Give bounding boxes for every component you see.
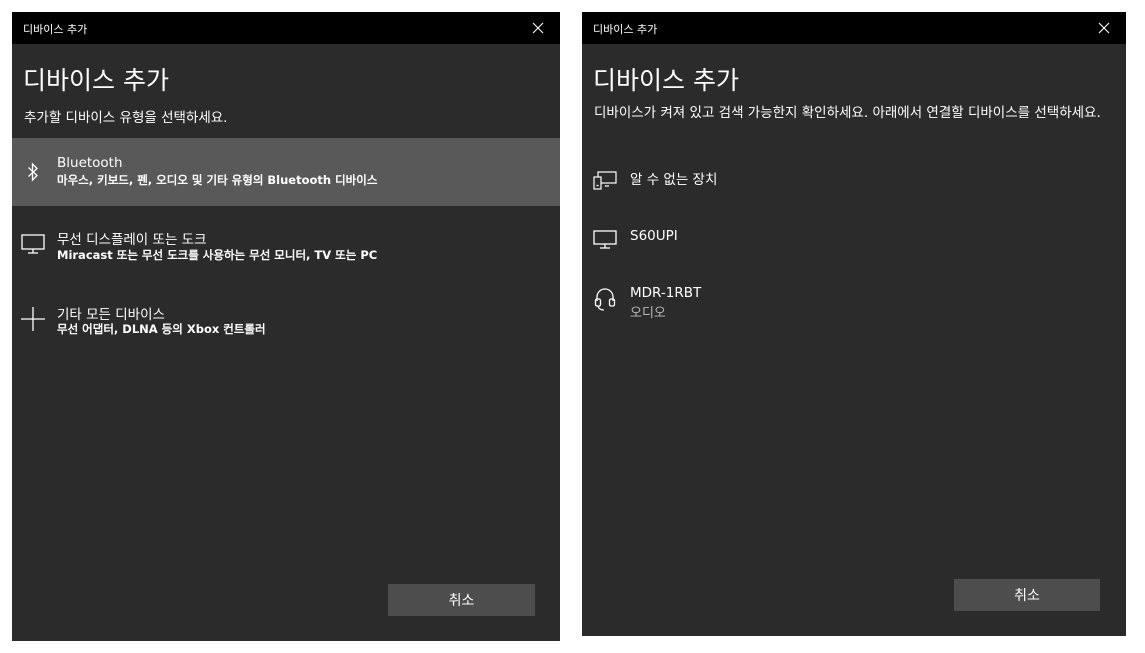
unknown-device-icon	[593, 171, 617, 190]
option-wireless-display[interactable]: 무선 디스플레이 또는 도크 Miracast 또는 무선 도크를 사용하는 무…	[12, 212, 560, 280]
plus-icon	[21, 307, 45, 331]
close-button[interactable]	[1082, 12, 1126, 44]
device-name: MDR-1RBT	[630, 285, 702, 301]
close-button[interactable]	[516, 12, 560, 44]
option-description: 마우스, 키보드, 펜, 오디오 및 기타 유형의 Bluetooth 디바이스	[57, 173, 378, 187]
device-name: 알 수 없는 장치	[630, 172, 718, 188]
option-description: 무선 어댑터, DLNA 등의 Xbox 컨트롤러	[57, 322, 266, 336]
instructions-text: 디바이스가 켜져 있고 검색 가능한지 확인하세요. 아래에서 연결할 디바이스…	[594, 105, 1101, 121]
option-other-devices[interactable]: 기타 모든 디바이스 무선 어댑터, DLNA 등의 Xbox 컨트롤러	[12, 286, 560, 354]
title-bar: 디바이스 추가	[12, 12, 560, 44]
monitor-icon	[593, 230, 617, 249]
title-bar: 디바이스 추가	[582, 12, 1126, 44]
monitor-icon	[21, 234, 45, 254]
bluetooth-icon	[28, 162, 38, 182]
add-device-dialog-type-select: 디바이스 추가 디바이스 추가 추가할 디바이스 유형을 선택하세요. Blue…	[12, 12, 560, 641]
cancel-button[interactable]: 취소	[388, 584, 535, 616]
window-title: 디바이스 추가	[593, 23, 658, 36]
close-icon	[532, 22, 544, 34]
device-item-s60upi[interactable]: S60UPI	[582, 222, 1126, 266]
page-subtitle: 추가할 디바이스 유형을 선택하세요.	[24, 110, 228, 126]
option-title: Bluetooth	[57, 155, 123, 171]
page-title: 디바이스 추가	[23, 66, 169, 95]
device-item-unknown[interactable]: 알 수 없는 장치	[582, 162, 1126, 206]
page-title: 디바이스 추가	[593, 66, 739, 95]
device-name: S60UPI	[630, 228, 678, 244]
option-title: 무선 디스플레이 또는 도크	[57, 232, 207, 248]
cancel-button[interactable]: 취소	[954, 579, 1100, 611]
device-type: 오디오	[630, 306, 666, 321]
add-device-dialog-device-list: 디바이스 추가 디바이스 추가 디바이스가 켜져 있고 검색 가능한지 확인하세…	[582, 12, 1126, 636]
option-title: 기타 모든 디바이스	[57, 307, 165, 323]
close-icon	[1098, 22, 1110, 34]
window-title: 디바이스 추가	[23, 23, 88, 36]
headset-icon	[594, 288, 616, 311]
option-bluetooth[interactable]: Bluetooth 마우스, 키보드, 펜, 오디오 및 기타 유형의 Blue…	[12, 138, 560, 206]
option-description: Miracast 또는 무선 도크를 사용하는 무선 모니터, TV 또는 PC	[57, 248, 378, 262]
device-item-mdr-1rbt[interactable]: MDR-1RBT 오디오	[582, 280, 1126, 324]
